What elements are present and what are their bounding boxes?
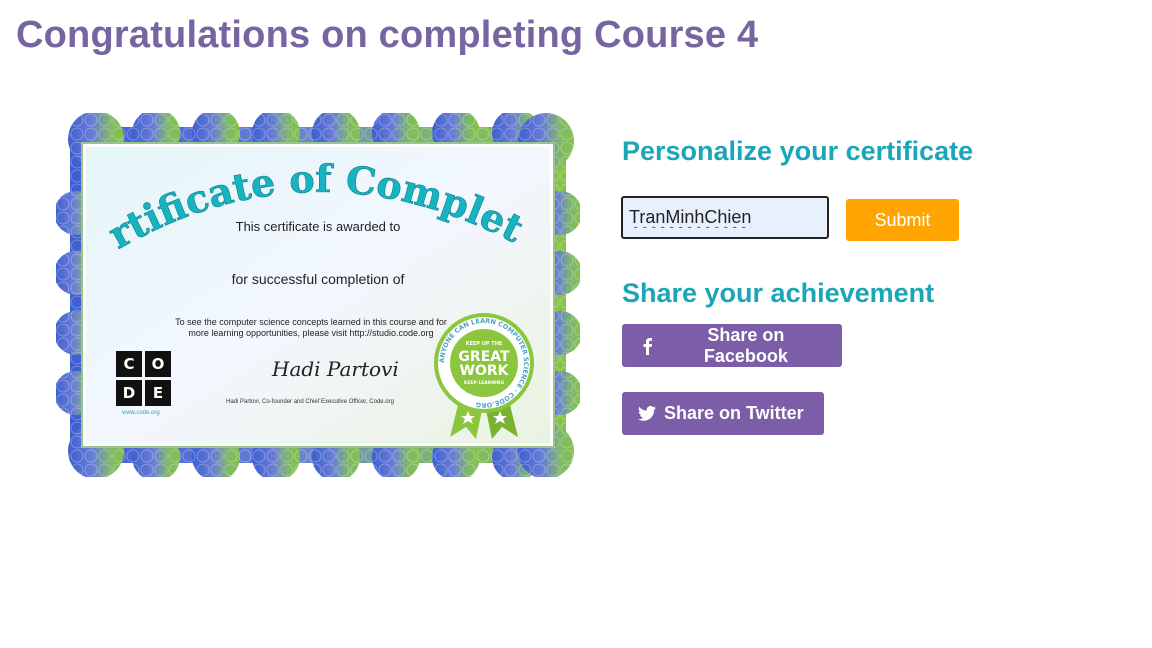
awarded-to-text: This certificate is awarded to (235, 219, 401, 234)
certificate-heading: Certificate of Completion (86, 147, 532, 257)
certificate-image: Certificate of Completion This certifica… (56, 113, 580, 477)
signature: Hadi Partovi (272, 357, 399, 381)
share-heading: Share your achievement (622, 278, 935, 308)
certificate-body: Certificate of Completion This certifica… (86, 147, 550, 443)
svg-text:KEEP UP THE: KEEP UP THE (466, 341, 503, 347)
share-twitter-label: Share on Twitter (664, 403, 804, 423)
logo-letter: E (145, 380, 171, 406)
logo-letter: C (116, 351, 142, 377)
svg-text:KEEP LEARNING: KEEP LEARNING (464, 380, 505, 386)
page-title: Congratulations on completing Course 4 (16, 14, 759, 56)
share-facebook-label: Share on Facebook (703, 324, 788, 366)
signature-caption: Hadi Partovi, Co-founder and Chief Execu… (226, 399, 394, 405)
logo-url: www.code.org (122, 410, 160, 416)
twitter-icon (638, 405, 656, 423)
name-input[interactable] (621, 196, 829, 239)
share-facebook-button[interactable]: Share on Facebook (622, 324, 842, 367)
share-twitter-button[interactable]: Share on Twitter (622, 392, 824, 435)
svg-text:WORK: WORK (460, 363, 510, 379)
code-org-logo: C O D E www.code.org (116, 351, 172, 416)
logo-letter: O (145, 351, 171, 377)
completion-of-text: for successful completion of (231, 271, 405, 287)
facebook-icon (638, 337, 656, 355)
great-work-badge-icon: ANYONE CAN LEARN COMPUTER SCIENCE · CODE… (434, 313, 534, 439)
submit-button[interactable]: Submit (846, 199, 959, 241)
logo-letter: D (116, 380, 142, 406)
personalize-heading: Personalize your certificate (622, 136, 974, 166)
learn-more-text: To see the computer science concepts lea… (175, 317, 447, 338)
svg-text:Certificate of Completion: Certificate of Completion (86, 147, 531, 257)
